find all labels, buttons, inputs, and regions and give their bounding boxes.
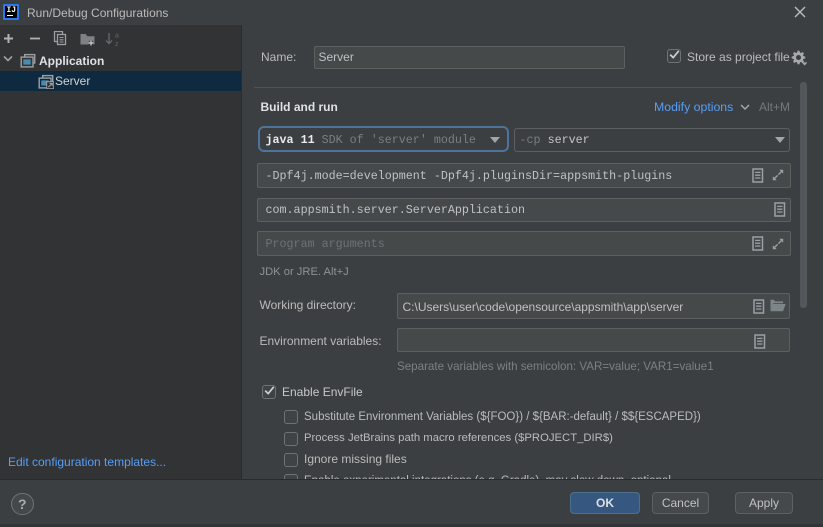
svg-text:z: z bbox=[115, 41, 119, 47]
svg-text:a: a bbox=[115, 33, 119, 40]
